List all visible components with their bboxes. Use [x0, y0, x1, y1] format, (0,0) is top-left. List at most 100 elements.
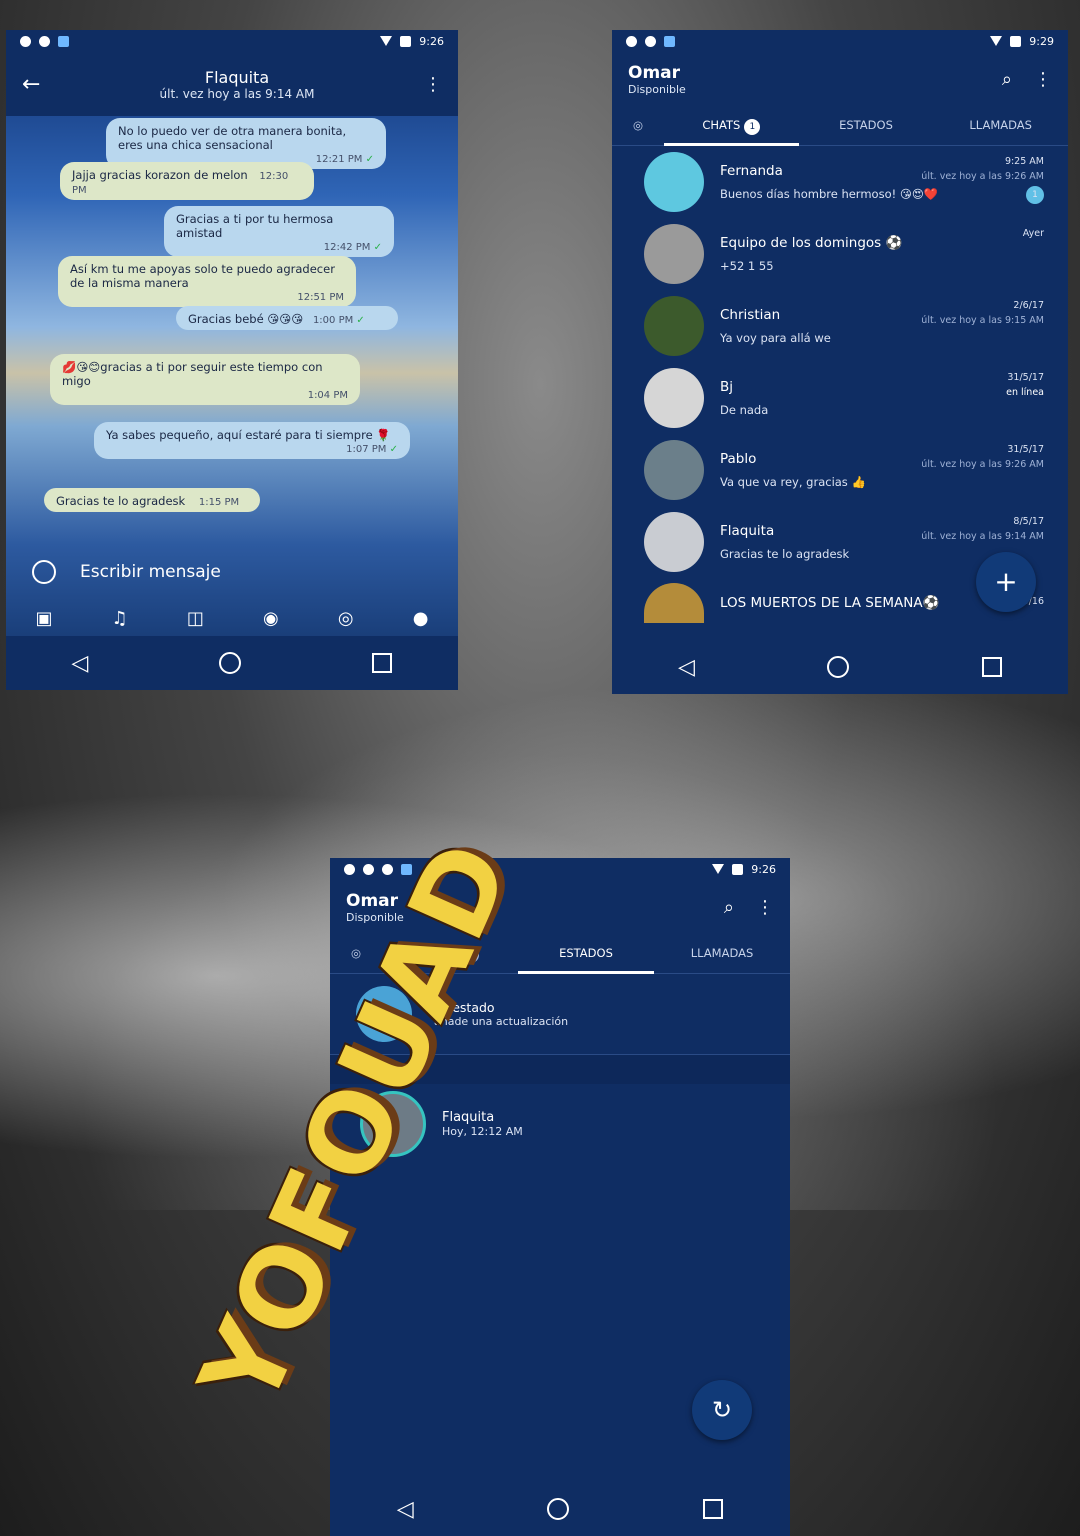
- message-bubble[interactable]: Gracias a ti por tu hermosa amistad 12:42…: [164, 206, 394, 257]
- wifi-icon: [380, 36, 393, 46]
- contact-name[interactable]: Flaquita: [52, 68, 422, 87]
- unread-badge: 1: [744, 118, 761, 135]
- status-time: 9:29: [1029, 34, 1054, 48]
- message-text: Jajja gracias korazon de melon: [72, 168, 248, 182]
- unread-count: 1: [1026, 186, 1044, 204]
- chat-preview: Ya voy para allá we: [720, 331, 831, 345]
- chat-date: 9:25 AM: [1004, 156, 1044, 167]
- more-options-icon[interactable]: ⋮: [756, 897, 774, 918]
- message-text: Ya sabes pequeño, aquí estaré para ti si…: [106, 428, 391, 442]
- chat-row[interactable]: Pablo Va que va rey, gracias 👍 31/5/17 últ…: [612, 434, 1068, 506]
- nav-home-icon[interactable]: [827, 656, 850, 678]
- microphone-icon[interactable]: ●: [413, 608, 429, 629]
- avatar[interactable]: [644, 512, 704, 572]
- message-bubble[interactable]: Jajja gracias korazon de melon 12:30 PM: [60, 162, 314, 200]
- notification-icon: [39, 35, 50, 47]
- chat-header: ← Flaquita últ. vez hoy a las 9:14 AM ⋮: [6, 52, 458, 116]
- chat-row[interactable]: Christian Ya voy para allá we 2/6/17 últ. …: [612, 290, 1068, 362]
- new-chat-button[interactable]: +: [976, 552, 1036, 612]
- message-time: 1:04 PM: [307, 390, 348, 401]
- whatsapp-icon: [363, 863, 374, 875]
- message-composer: Escribir mensaje: [6, 542, 458, 602]
- chat-date: 8/5/17: [1013, 516, 1044, 527]
- read-check-icon: ✓: [356, 315, 365, 326]
- tab-label: LLAMADAS: [690, 945, 754, 960]
- search-icon[interactable]: ⌕: [724, 897, 734, 918]
- avatar[interactable]: [644, 583, 704, 623]
- user-status: Disponible: [628, 82, 686, 96]
- system-navbar: ◁: [612, 640, 1068, 694]
- avatar[interactable]: [644, 224, 704, 284]
- music-icon[interactable]: ♫: [112, 608, 128, 629]
- status-time: Hoy, 12:12 AM: [442, 1125, 523, 1138]
- map-icon[interactable]: ◫: [187, 608, 204, 629]
- chat-last-seen: últ. vez hoy a las 9:14 AM: [921, 531, 1044, 542]
- battery-icon: [732, 863, 744, 875]
- chat-date: 2/6/17: [1013, 300, 1044, 311]
- status-name: Flaquita: [442, 1110, 495, 1125]
- chat-row[interactable]: Equipo de los domingos ⚽ +52 1 55 Ayer: [612, 218, 1068, 290]
- user-name: Omar: [628, 62, 681, 83]
- nav-home-icon[interactable]: [219, 652, 242, 674]
- message-time: 1:15 PM: [198, 497, 240, 508]
- status-time: 9:26: [419, 34, 444, 48]
- emoji-icon[interactable]: [32, 560, 56, 584]
- more-options-icon[interactable]: ⋮: [422, 74, 442, 95]
- tab-label: LLAMADAS: [969, 117, 1032, 132]
- new-status-button[interactable]: ↻: [692, 1380, 752, 1440]
- tab-label: ESTADOS: [839, 117, 893, 132]
- message-bubble[interactable]: Gracias te lo agradesk 1:15 PM: [44, 488, 260, 512]
- gallery-icon[interactable]: ▣: [36, 608, 53, 629]
- message-time: 1:07 PM: [346, 444, 387, 455]
- system-navbar: ◁: [6, 636, 458, 690]
- chat-date: Ayer: [1022, 228, 1044, 239]
- status-bar: 9:29: [612, 30, 1068, 52]
- tab-llamadas[interactable]: LLAMADAS: [654, 934, 790, 974]
- chat-preview: De nada: [720, 403, 769, 417]
- nav-recents-icon[interactable]: [372, 653, 393, 673]
- camera-tab-icon[interactable]: ◎: [612, 106, 664, 146]
- tab-label: CHATS: [702, 117, 741, 132]
- avatar[interactable]: [644, 440, 704, 500]
- more-options-icon[interactable]: ⋮: [1034, 69, 1052, 90]
- tab-chats[interactable]: CHATS 1: [664, 106, 799, 146]
- avatar[interactable]: [644, 368, 704, 428]
- camera-icon[interactable]: ◎: [338, 608, 354, 629]
- nav-home-icon[interactable]: [547, 1498, 570, 1520]
- chat-row[interactable]: Fernanda Buenos días hombre hermoso! 😘😍❤️…: [612, 146, 1068, 218]
- message-text: No lo puedo ver de otra manera bonita, e…: [118, 124, 347, 152]
- tab-estados[interactable]: ESTADOS: [799, 106, 934, 146]
- chat-last-seen: últ. vez hoy a las 9:26 AM: [921, 171, 1044, 182]
- contact-icon[interactable]: ◉: [263, 608, 279, 629]
- app-icon: [58, 35, 69, 47]
- read-check-icon: ✓: [389, 444, 398, 455]
- back-arrow-icon[interactable]: ←: [22, 72, 52, 97]
- nav-back-icon[interactable]: ◁: [678, 655, 695, 680]
- chat-screen: 9:26 ← Flaquita últ. vez hoy a las 9:14 …: [6, 30, 458, 690]
- nav-recents-icon[interactable]: [703, 1499, 724, 1519]
- notification-icon: [344, 863, 355, 875]
- nav-back-icon[interactable]: ◁: [72, 651, 89, 676]
- chat-last-seen: en línea: [1006, 387, 1044, 398]
- message-bubble[interactable]: Así km tu me apoyas solo te puedo agrade…: [58, 256, 356, 307]
- tab-bar: ◎ CHATS 1 ESTADOS LLAMADAS: [612, 106, 1068, 146]
- message-bubble[interactable]: Ya sabes pequeño, aquí estaré para ti si…: [94, 422, 410, 459]
- nav-back-icon[interactable]: ◁: [397, 1497, 414, 1522]
- read-check-icon: ✓: [373, 242, 382, 253]
- tab-llamadas[interactable]: LLAMADAS: [933, 106, 1068, 146]
- tab-estados[interactable]: ESTADOS: [518, 934, 654, 974]
- message-time: 12:51 PM: [297, 292, 344, 303]
- chat-row[interactable]: Bj De nada 31/5/17 en línea: [612, 362, 1068, 434]
- search-icon[interactable]: ⌕: [1002, 69, 1012, 90]
- message-bubble[interactable]: 💋😘😊gracias a ti por seguir este tiempo c…: [50, 354, 360, 405]
- tab-label: ESTADOS: [559, 945, 613, 960]
- message-text: Gracias bebé 😘😘😘: [188, 312, 304, 326]
- message-bubble[interactable]: Gracias bebé 😘😘😘 1:00 PM ✓: [176, 306, 398, 330]
- battery-icon: [400, 35, 412, 47]
- avatar[interactable]: [644, 152, 704, 212]
- nav-recents-icon[interactable]: [981, 657, 1002, 677]
- chat-preview: Va que va rey, gracias 👍: [720, 475, 866, 489]
- avatar[interactable]: [644, 296, 704, 356]
- message-input[interactable]: Escribir mensaje: [80, 562, 221, 582]
- app-icon: [664, 35, 675, 47]
